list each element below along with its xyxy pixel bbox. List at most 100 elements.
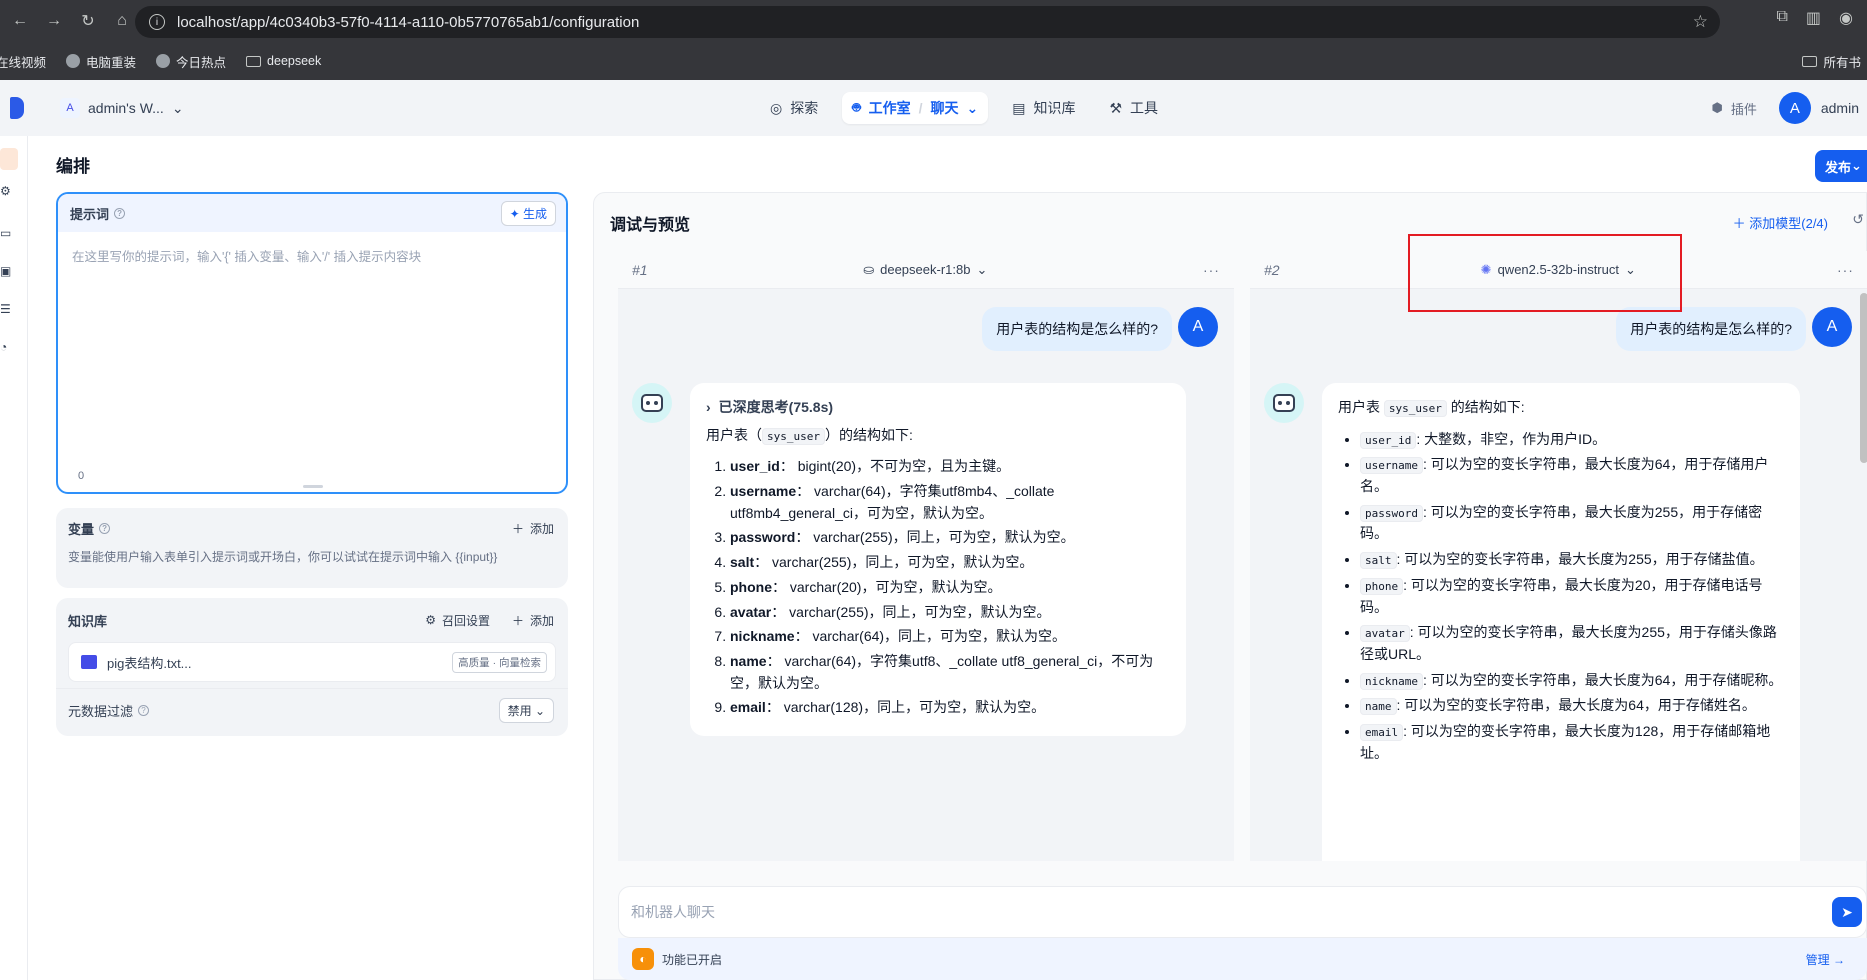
site-info-icon[interactable]: i	[149, 14, 165, 30]
generate-button[interactable]: ✦ 生成	[500, 200, 556, 226]
app-logo[interactable]	[10, 97, 24, 119]
metadata-filter-select[interactable]: 禁用 ⌄	[498, 698, 554, 723]
app-icon[interactable]	[0, 148, 18, 170]
chevron-right-icon: ›	[706, 399, 711, 415]
bookmark-item[interactable]: 在线视频	[0, 52, 46, 71]
model-selector[interactable]: ⛀ deepseek-r1:8b ⌄	[863, 262, 987, 278]
globe-icon	[66, 54, 81, 68]
add-variable-button[interactable]: ＋ 添加	[512, 520, 554, 537]
resize-handle[interactable]	[303, 485, 323, 488]
avatar: A	[1812, 307, 1852, 347]
address-bar[interactable]: i localhost/app/4c0340b3-57f0-4114-a110-…	[135, 6, 1720, 38]
send-icon[interactable]: ➤	[1832, 897, 1862, 927]
nav-knowledge[interactable]: ▤ 知识库	[1002, 92, 1085, 124]
nav-studio[interactable]: 🤖︎ 工作室 / 聊天 ⌄	[842, 92, 989, 124]
bot-message: 用户表 sys_user 的结构如下: user_id: 大整数，非空，作为用户…	[1322, 383, 1800, 861]
bot-avatar	[632, 383, 672, 423]
prompt-editor[interactable]: 提示词? ✦ 生成 在这里写你的提示词，输入'{' 插入变量、输入'/' 插入提…	[56, 192, 568, 494]
list-item: user_id: 大整数，非空，作为用户ID。	[1360, 429, 1784, 451]
model-column-2: #2 ✺ qwen2.5-32b-instruct ⌄ ··· 用户表的结构是怎么样…	[1250, 251, 1867, 861]
user-message: 用户表的结构是怎么样的?	[1616, 307, 1806, 351]
help-icon[interactable]: ?	[114, 207, 126, 219]
bookmark-item[interactable]: 今日热点	[156, 52, 226, 71]
url-text: localhost/app/4c0340b3-57f0-4114-a110-0b…	[177, 13, 640, 31]
more-icon[interactable]: ···	[1837, 262, 1854, 278]
app-header: A admin's W... ⌄ ◎ 探索 🤖︎ 工作室 / 聊天 ⌄ ▤ 知识库 …	[0, 80, 1867, 136]
monitor-icon[interactable]: ◔	[0, 340, 14, 354]
chevron-down-icon: ⌄	[171, 99, 184, 116]
tool-icon: ⚒	[1109, 99, 1123, 116]
star-icon[interactable]: ☆	[1693, 12, 1708, 32]
reload-icon[interactable]: ↻	[74, 7, 102, 35]
list-item: email： varchar(128)，同上，可为空，默认为空。	[730, 697, 1170, 719]
field-list: user_id: 大整数，非空，作为用户ID。 username: 可以为空的变长…	[1360, 429, 1784, 765]
refresh-icon[interactable]: ↺	[1852, 211, 1864, 228]
manage-link[interactable]: 管理 →	[1806, 951, 1845, 968]
plugins-link[interactable]: ⬢ 插件	[1711, 99, 1756, 118]
help-icon[interactable]: ?	[99, 522, 111, 534]
user-message: 用户表的结构是怎么样的?	[982, 307, 1172, 351]
bot-message: ›已深度思考(75.8s) 用户表（sys_user）的结构如下: user_i…	[690, 383, 1186, 736]
bookmarks-bar: 在线视频 电脑重装 今日热点 deepseek	[0, 46, 341, 76]
chevron-down-icon: ⌄	[966, 99, 979, 116]
extensions-icon[interactable]: ⧉	[1776, 8, 1787, 28]
logs-icon[interactable]: ☰	[0, 302, 14, 316]
profile-icon[interactable]: ◉	[1839, 8, 1853, 28]
nav-explore[interactable]: ◎ 探索	[760, 92, 828, 124]
back-icon[interactable]: ←	[6, 7, 34, 35]
folder-icon	[81, 655, 97, 669]
home-icon[interactable]: ⌂	[108, 7, 136, 35]
prompt-placeholder[interactable]: 在这里写你的提示词，输入'{' 插入变量、输入'/' 插入提示内容块	[58, 232, 566, 279]
feature-icon: ◐	[632, 948, 654, 970]
chat-input[interactable]: 和机器人聊天 ➤	[618, 886, 1867, 938]
list-item: nickname： varchar(64)，同上，可为空，默认为空。	[730, 626, 1170, 648]
terminal-icon[interactable]: ▣	[0, 264, 14, 278]
thinking-toggle[interactable]: › 已深度思考(75.8s)	[706, 397, 1170, 419]
list-item: password: 可以为空的变长字符串，最大长度为255，用于存储密码。	[1360, 502, 1784, 545]
workspace-switcher[interactable]: A admin's W... ⌄	[60, 98, 184, 118]
list-item: email: 可以为空的变长字符串，最大长度为128，用于存储邮箱地址。	[1360, 721, 1784, 764]
top-nav: ◎ 探索 🤖︎ 工作室 / 聊天 ⌄ ▤ 知识库 ⚒ 工具	[760, 92, 1168, 124]
orchestrate-icon[interactable]: ⚙	[0, 184, 14, 198]
char-count: 0	[78, 470, 85, 482]
user-menu[interactable]: A admin	[1778, 92, 1859, 124]
publish-button[interactable]: 发布 ⌄	[1815, 150, 1867, 182]
page-title: 编排	[56, 157, 90, 176]
scrollbar[interactable]	[1860, 293, 1867, 463]
debug-title: 调试与预览	[610, 217, 691, 234]
sparkle-icon: ✦	[509, 206, 523, 221]
nav-tools[interactable]: ⚒ 工具	[1099, 92, 1168, 124]
add-model-button[interactable]: ＋ 添加模型(2/4)	[1733, 213, 1828, 232]
list-item: salt： varchar(255)，同上，可为空，默认为空。	[730, 552, 1170, 574]
layout-icon[interactable]: ▭	[0, 226, 14, 240]
robot-icon	[1273, 394, 1295, 412]
highlight-box	[1408, 234, 1682, 312]
bookmark-item[interactable]: 电脑重装	[66, 52, 136, 71]
list-item: password： varchar(255)，同上，可为空，默认为空。	[730, 527, 1170, 549]
all-bookmarks[interactable]: 所有书	[1802, 46, 1867, 76]
avatar: A	[1778, 92, 1811, 124]
add-knowledge-button[interactable]: ＋ 添加	[512, 612, 554, 629]
sidepanel-icon[interactable]: ▥	[1806, 8, 1821, 28]
recall-settings-button[interactable]: ⚙ 召回设置	[425, 612, 490, 629]
folder-icon	[1802, 55, 1818, 67]
list-item: user_id： bigint(20)，不可为空，且为主键。	[730, 456, 1170, 478]
workspace-avatar: A	[60, 98, 80, 118]
knowledge-item[interactable]: pig表结构.txt... 高质量 · 向量检索	[68, 642, 556, 682]
forward-icon[interactable]: →	[40, 7, 68, 35]
bookmark-folder[interactable]: deepseek	[246, 54, 321, 68]
explore-icon: ◎	[770, 99, 783, 116]
list-item: phone: 可以为空的变长字符串，最大长度为20，用于存储电话号码。	[1360, 575, 1784, 618]
help-icon[interactable]: ?	[138, 705, 150, 716]
workspace-name: admin's W...	[88, 100, 164, 116]
prompt-label: 提示词	[70, 206, 110, 222]
globe-icon	[156, 54, 171, 68]
more-icon[interactable]: ···	[1203, 262, 1220, 278]
avatar: A	[1178, 307, 1218, 347]
answer-intro: 用户表 sys_user 的结构如下:	[1338, 399, 1525, 417]
user-name: admin	[1820, 100, 1859, 116]
book-icon: ▤	[1012, 99, 1026, 116]
robot-icon: 🤖︎	[852, 99, 861, 115]
model-column-1: #1 ⛀ deepseek-r1:8b ⌄ ··· 用户表的结构是怎么样的? A ›…	[618, 251, 1234, 861]
chat-selector[interactable]: 聊天	[931, 98, 959, 118]
